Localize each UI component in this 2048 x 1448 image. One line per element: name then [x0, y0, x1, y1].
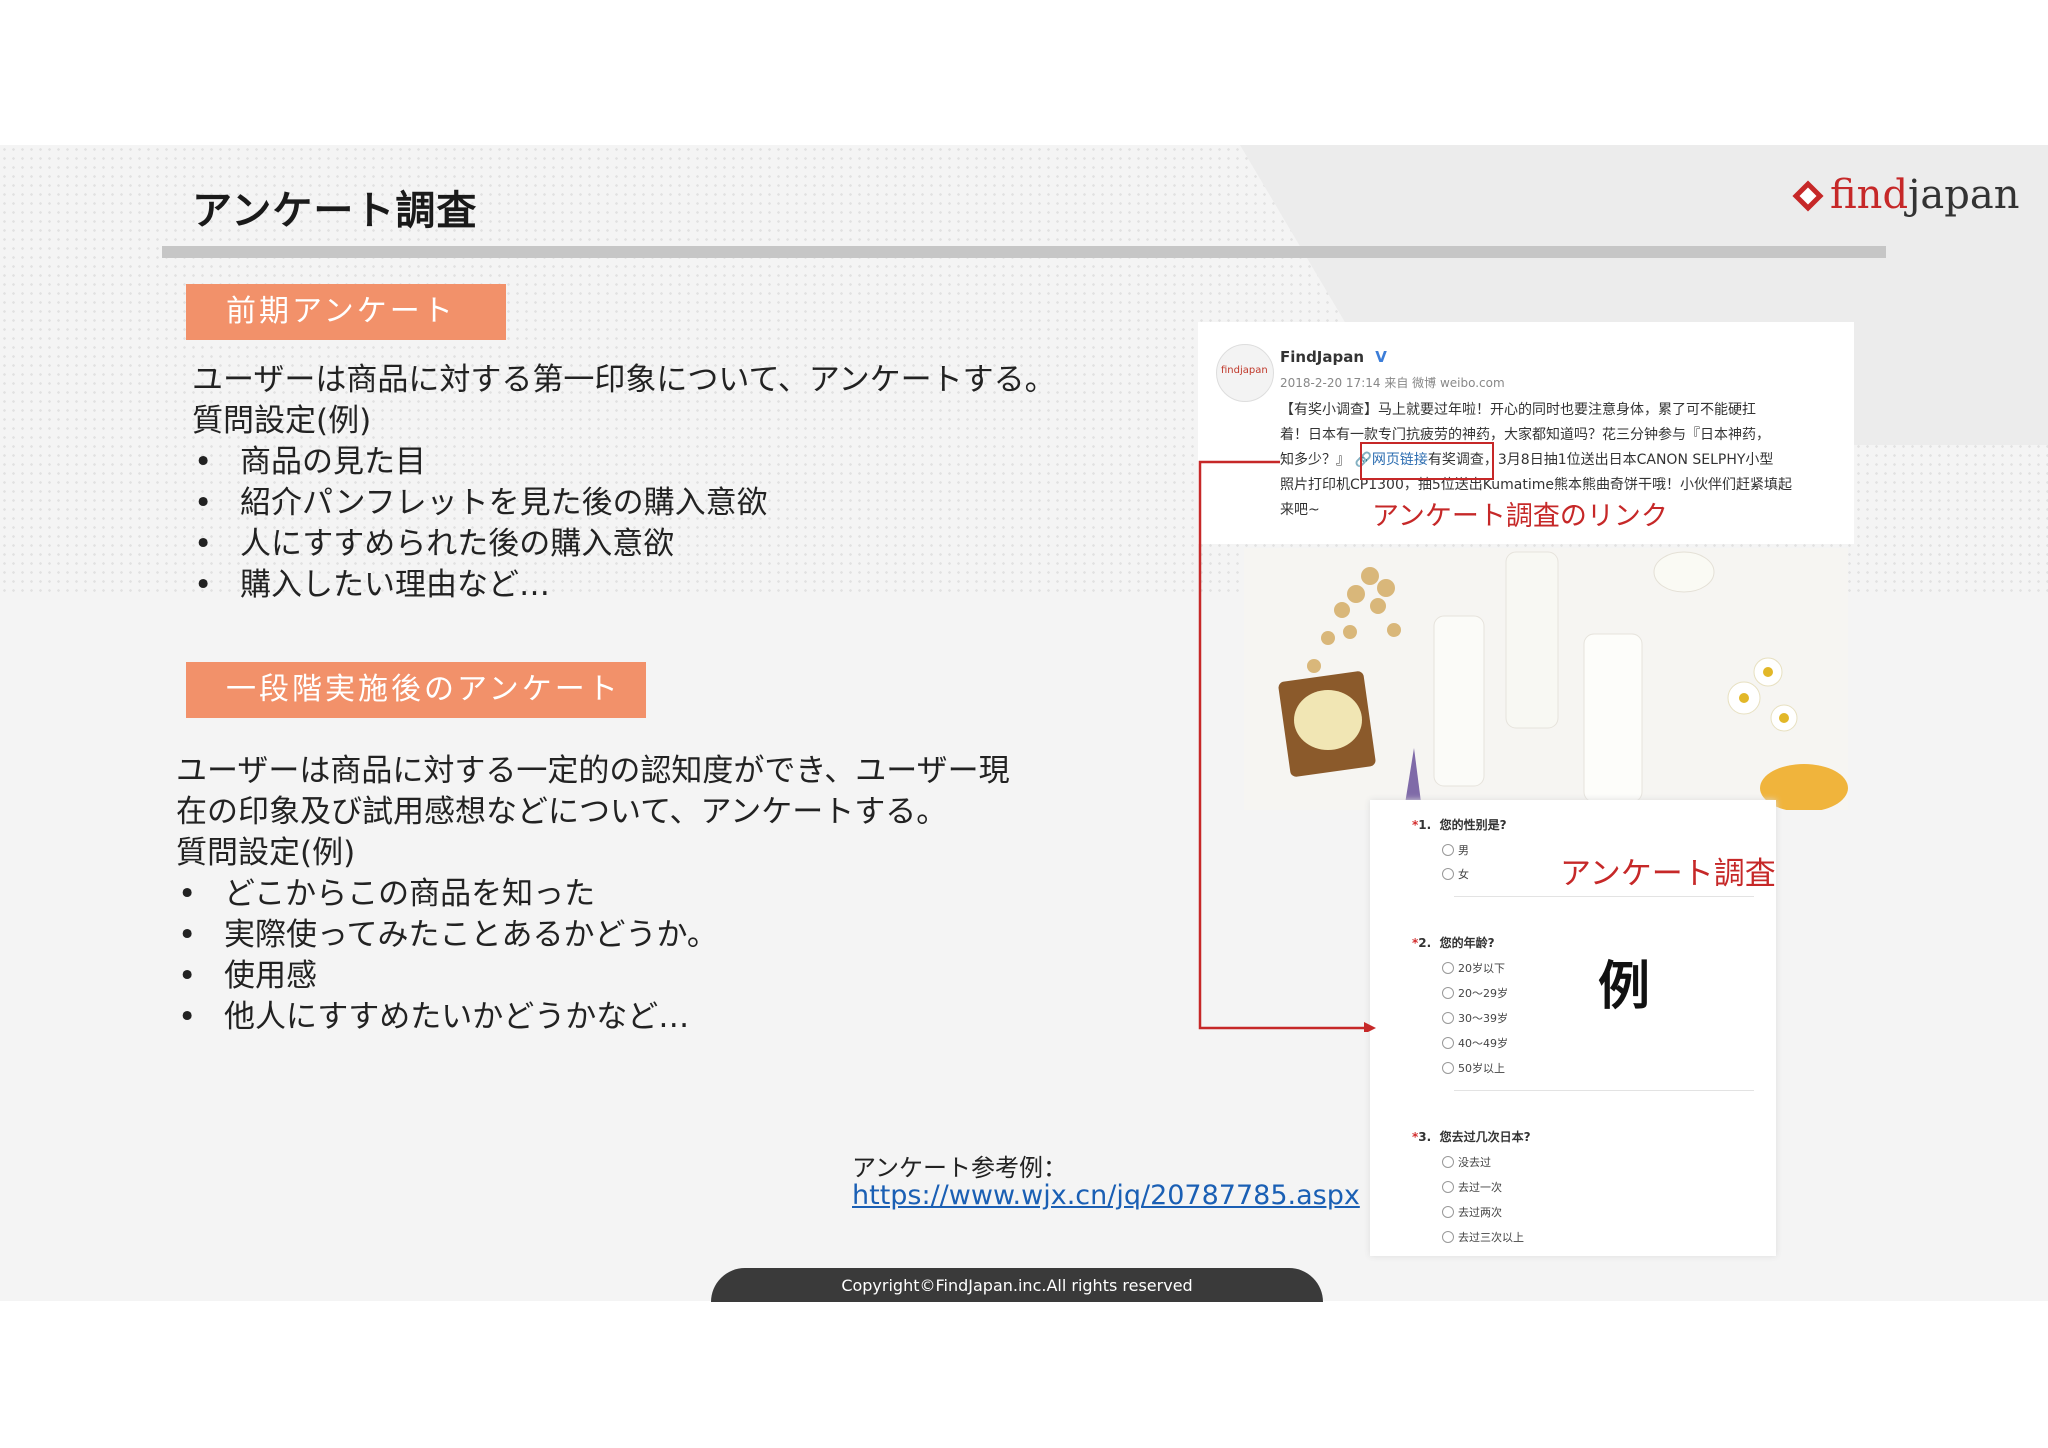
- radio-option[interactable]: 50岁以上: [1442, 1060, 1505, 1076]
- radio-option[interactable]: 男: [1442, 842, 1469, 858]
- svg-text:japan: japan: [1904, 172, 2019, 218]
- survey-question: *2. 您的年龄?: [1412, 936, 1495, 950]
- radio-option[interactable]: 去过三次以上: [1442, 1229, 1524, 1245]
- question-number: 1.: [1418, 818, 1432, 832]
- title-divider: [162, 246, 1886, 258]
- weibo-meta: 2018-2-20 17:14 来自 微博 weibo.com: [1280, 376, 1505, 390]
- survey-link-caption: アンケート調査のリンク: [1372, 501, 1668, 532]
- question-number: 3.: [1418, 1130, 1432, 1144]
- list-item: 商品の見た目: [192, 442, 1172, 483]
- radio-option[interactable]: 40～49岁: [1442, 1035, 1508, 1051]
- weibo-account-name: FindJapan V: [1280, 348, 1387, 366]
- survey-label: アンケート調査: [1560, 856, 1776, 892]
- reference-label: アンケート参考例：: [852, 1154, 1068, 1182]
- account-label: FindJapan: [1280, 348, 1365, 366]
- radio-option[interactable]: 20～29岁: [1442, 985, 1508, 1001]
- radio-option[interactable]: 30～39岁: [1442, 1010, 1508, 1026]
- section2-question-list: どこからこの商品を知った 実際使ってみたことあるかどうか。 使用感 他人にすすめ…: [176, 874, 1156, 1038]
- page-title: アンケート調査: [192, 188, 478, 234]
- section2-intro-line2: 在の印象及び試用感想などについて、アンケートする。: [176, 794, 948, 830]
- list-item: 人にすすめられた後の購入意欲: [192, 524, 1172, 565]
- question-text: 您的性别是?: [1439, 818, 1507, 832]
- radio-option[interactable]: 20岁以下: [1442, 960, 1505, 976]
- question-divider: [1454, 896, 1754, 897]
- link-highlight-box: [1360, 442, 1494, 480]
- question-text: 您的年龄?: [1439, 936, 1495, 950]
- section1-intro: ユーザーは商品に対する第一印象について、アンケートする。: [192, 362, 1056, 398]
- radio-option[interactable]: 去过一次: [1442, 1179, 1502, 1195]
- verified-icon: V: [1375, 348, 1387, 366]
- avatar: findjapan: [1216, 344, 1274, 402]
- avatar-text: findjapan: [1221, 365, 1268, 376]
- section1-body: ユーザーは商品に対する第一印象について、アンケートする。 質問設定(例) 商品の…: [192, 360, 1172, 606]
- radio-option[interactable]: 去过两次: [1442, 1204, 1502, 1220]
- question-divider: [1454, 1090, 1754, 1091]
- copyright-footer: Copyright©FindJapan.inc.All rights reser…: [711, 1268, 1323, 1302]
- survey-question: *3. 您去过几次日本?: [1412, 1130, 1531, 1144]
- section1-question-list: 商品の見た目 紹介パンフレットを見た後の購入意欲 人にすすめられた後の購入意欲 …: [192, 442, 1172, 606]
- list-item: 使用感: [176, 956, 1156, 997]
- list-item: 紹介パンフレットを見た後の購入意欲: [192, 483, 1172, 524]
- list-item: 他人にすすめたいかどうかなど…: [176, 997, 1156, 1038]
- section1-badge: 前期アンケート: [186, 284, 506, 340]
- list-item: 実際使ってみたことあるかどうか。: [176, 915, 1156, 956]
- reference-link[interactable]: https://www.wjx.cn/jq/20787785.aspx: [852, 1180, 1360, 1211]
- list-item: 購入したい理由など…: [192, 565, 1172, 606]
- example-label: 例: [1598, 957, 1651, 1017]
- section1-questions-label: 質問設定(例): [192, 403, 372, 439]
- weibo-line: 【有奖小调查】马上就要过年啦！开心的同时也要注意身体，累了可不能硬扛: [1280, 402, 1756, 418]
- list-item: どこからこの商品を知った: [176, 874, 1156, 915]
- svg-text:find: find: [1830, 172, 1908, 218]
- radio-option[interactable]: 女: [1442, 866, 1469, 882]
- section2-body: ユーザーは商品に対する一定的の認知度ができ、ユーザー現 在の印象及び試用感想など…: [176, 751, 1156, 1038]
- section2-badge: 一段階実施後のアンケート: [186, 662, 646, 718]
- connector-arrow: [1198, 460, 1376, 1032]
- question-number: 2.: [1418, 936, 1432, 950]
- findjapan-logo: find japan: [1792, 172, 2019, 218]
- radio-option[interactable]: 没去过: [1442, 1154, 1491, 1170]
- question-text: 您去过几次日本?: [1439, 1130, 1531, 1144]
- section2-intro-line1: ユーザーは商品に対する一定的の認知度ができ、ユーザー現: [176, 753, 1010, 789]
- section2-questions-label: 質問設定(例): [176, 835, 356, 871]
- survey-question: *1. 您的性别是?: [1412, 818, 1507, 832]
